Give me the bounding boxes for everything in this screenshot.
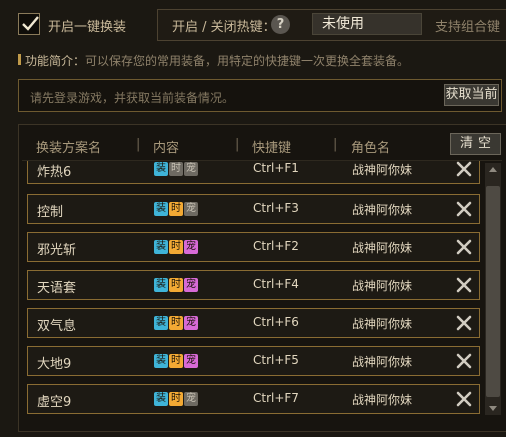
content-tags: 装时宠: [154, 354, 199, 369]
column-separator: |: [235, 137, 240, 152]
outfit-hotkey: Ctrl+F5: [253, 353, 299, 367]
content-tags: 装时宠: [154, 278, 199, 293]
close-icon[interactable]: [453, 388, 475, 410]
column-header-plan-name: 换装方案名: [36, 141, 102, 156]
content-tags: 装时宠: [154, 240, 199, 255]
scroll-up-arrow-icon[interactable]: [485, 163, 501, 177]
outfit-name: 大地9: [37, 357, 72, 372]
outfit-list[interactable]: 炸热6 装时宠 Ctrl+F1 战神阿你妹 控制装时宠 Ctrl+F3 战神阿你妹 邪光斩装时…: [22, 161, 482, 421]
outfit-row[interactable]: 炸热6 装时宠 Ctrl+F1 战神阿你妹: [27, 161, 480, 184]
equip-tag: 装: [154, 316, 168, 330]
role-name: 战神阿你妹: [352, 279, 413, 293]
content-tags: 装时宠: [154, 162, 199, 177]
equip-tag: 装: [154, 354, 168, 368]
enable-quick-swap-checkbox[interactable]: [18, 13, 40, 35]
close-icon[interactable]: [453, 312, 475, 334]
equip-tag: 装: [154, 240, 168, 254]
outfit-name: 控制: [37, 205, 64, 220]
outfit-hotkey: Ctrl+F2: [253, 239, 299, 253]
pet-tag: 宠: [184, 316, 198, 330]
outfit-row[interactable]: 控制 装时宠 Ctrl+F3 战神阿你妹: [27, 194, 480, 224]
pet-tag: 宠: [184, 240, 198, 254]
outfit-row[interactable]: 天语套 装时宠 Ctrl+F4 战神阿你妹: [27, 270, 480, 300]
scrollbar-thumb[interactable]: [486, 186, 500, 397]
close-icon[interactable]: [453, 350, 475, 372]
equip-tag: 装: [154, 162, 168, 176]
fashion-tag: 时: [169, 240, 183, 254]
column-separator: |: [333, 137, 338, 152]
fashion-tag: 时: [169, 354, 183, 368]
outfit-row[interactable]: 双气息 装时宠 Ctrl+F6 战神阿你妹: [27, 308, 480, 338]
close-icon[interactable]: [453, 274, 475, 296]
combo-key-note: 支持组合键: [435, 20, 501, 35]
content-tags: 装时宠: [154, 202, 199, 217]
pet-tag: 宠: [184, 354, 198, 368]
fashion-tag: 时: [169, 202, 183, 216]
role-name: 战神阿你妹: [352, 393, 413, 407]
feature-intro-label: 功能简介：: [25, 54, 86, 68]
fetch-current-button[interactable]: 获取当前: [444, 84, 499, 106]
outfit-hotkey: Ctrl+F4: [253, 277, 299, 291]
content-tags: 装时宠: [154, 392, 199, 407]
close-icon[interactable]: [453, 161, 475, 180]
role-name: 战神阿你妹: [352, 317, 413, 331]
fashion-tag: 时: [169, 162, 183, 176]
checkmark-icon: [22, 16, 39, 31]
intro-accent-bar: [18, 54, 21, 65]
equip-tag: 装: [154, 392, 168, 406]
role-name: 战神阿你妹: [352, 355, 413, 369]
question-mark-icon[interactable]: ?: [271, 15, 290, 34]
column-separator: |: [136, 137, 141, 152]
column-header-role-name: 角色名: [351, 141, 391, 156]
column-header-hotkey: 快捷键: [252, 141, 292, 156]
outfit-name: 天语套: [37, 281, 77, 296]
close-icon[interactable]: [453, 236, 475, 258]
outfit-hotkey: Ctrl+F1: [253, 161, 299, 175]
feature-intro-text: 可以保存您的常用装备，用特定的快捷键一次更换全套装备。: [85, 54, 410, 68]
equip-tag: 装: [154, 278, 168, 292]
close-icon[interactable]: [453, 198, 475, 220]
outfit-row[interactable]: 虚空9 装时宠 Ctrl+F7 战神阿你妹: [27, 384, 480, 414]
outfit-hotkey: Ctrl+F6: [253, 315, 299, 329]
enable-quick-swap-label[interactable]: 开启一键换装: [48, 16, 126, 35]
fashion-tag: 时: [169, 392, 183, 406]
equip-tag: 装: [154, 202, 168, 216]
role-name: 战神阿你妹: [352, 163, 413, 177]
outfit-row[interactable]: 大地9 装时宠 Ctrl+F5 战神阿你妹: [27, 346, 480, 376]
pet-tag: 宠: [184, 392, 198, 406]
pet-tag: 宠: [184, 278, 198, 292]
scroll-down-arrow-icon[interactable]: [485, 401, 501, 415]
feature-intro: 功能简介：可以保存您的常用装备，用特定的快捷键一次更换全套装备。: [25, 52, 409, 69]
outfit-name: 炸热6: [37, 165, 72, 180]
pet-tag: 宠: [184, 202, 198, 216]
outfit-name: 邪光斩: [37, 243, 77, 258]
pet-tag: 宠: [184, 162, 198, 176]
hotkey-input[interactable]: 未使用: [312, 13, 422, 35]
content-tags: 装时宠: [154, 316, 199, 331]
fashion-tag: 时: [169, 278, 183, 292]
role-name: 战神阿你妹: [352, 203, 413, 217]
fashion-tag: 时: [169, 316, 183, 330]
column-header-content: 内容: [153, 141, 180, 156]
outfit-name: 虚空9: [37, 395, 72, 410]
outfit-hotkey: Ctrl+F3: [253, 201, 299, 215]
clear-button[interactable]: 清空: [450, 133, 501, 155]
status-message: 请先登录游戏，并获取当前装备情况。: [30, 91, 235, 105]
role-name: 战神阿你妹: [352, 241, 413, 255]
outfit-hotkey: Ctrl+F7: [253, 391, 299, 405]
hotkey-label: 开启 / 关闭热键：: [172, 20, 276, 35]
outfit-row[interactable]: 邪光斩 装时宠 Ctrl+F2 战神阿你妹: [27, 232, 480, 262]
outfit-name: 双气息: [37, 319, 77, 334]
